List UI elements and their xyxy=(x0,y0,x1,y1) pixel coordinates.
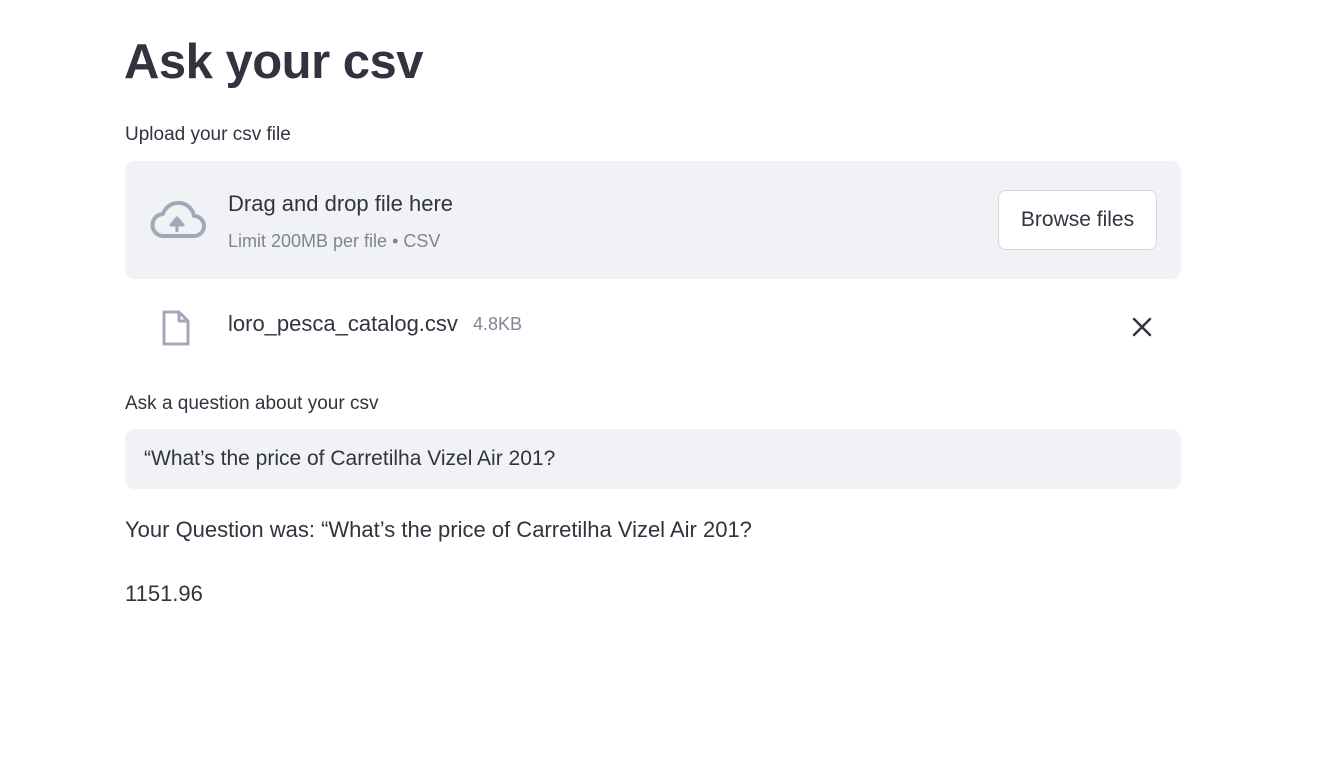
uploader-label: Upload your csv file xyxy=(125,124,291,145)
cloud-upload-icon xyxy=(150,200,206,238)
dropzone-limit-text: Limit 200MB per file • CSV xyxy=(228,231,441,251)
remove-file-button[interactable] xyxy=(1125,310,1159,344)
uploaded-file-name: loro_pesca_catalog.csv xyxy=(228,311,458,336)
uploaded-file-row: loro_pesca_catalog.csv 4.8KB xyxy=(125,300,1181,354)
question-echo: Your Question was: “What’s the price of … xyxy=(125,517,752,542)
page-title: Ask your csv xyxy=(124,35,424,89)
uploaded-file-size: 4.8KB xyxy=(473,314,523,334)
question-input[interactable] xyxy=(125,429,1181,489)
close-icon xyxy=(1132,317,1152,337)
file-icon xyxy=(162,310,190,346)
browse-files-button[interactable]: Browse files xyxy=(998,190,1157,250)
dropzone-instructions: Drag and drop file here xyxy=(228,191,454,216)
question-label: Ask a question about your csv xyxy=(125,393,379,414)
file-dropzone[interactable]: Drag and drop file here Limit 200MB per … xyxy=(125,161,1181,279)
answer-value: 1151.96 xyxy=(125,581,203,606)
